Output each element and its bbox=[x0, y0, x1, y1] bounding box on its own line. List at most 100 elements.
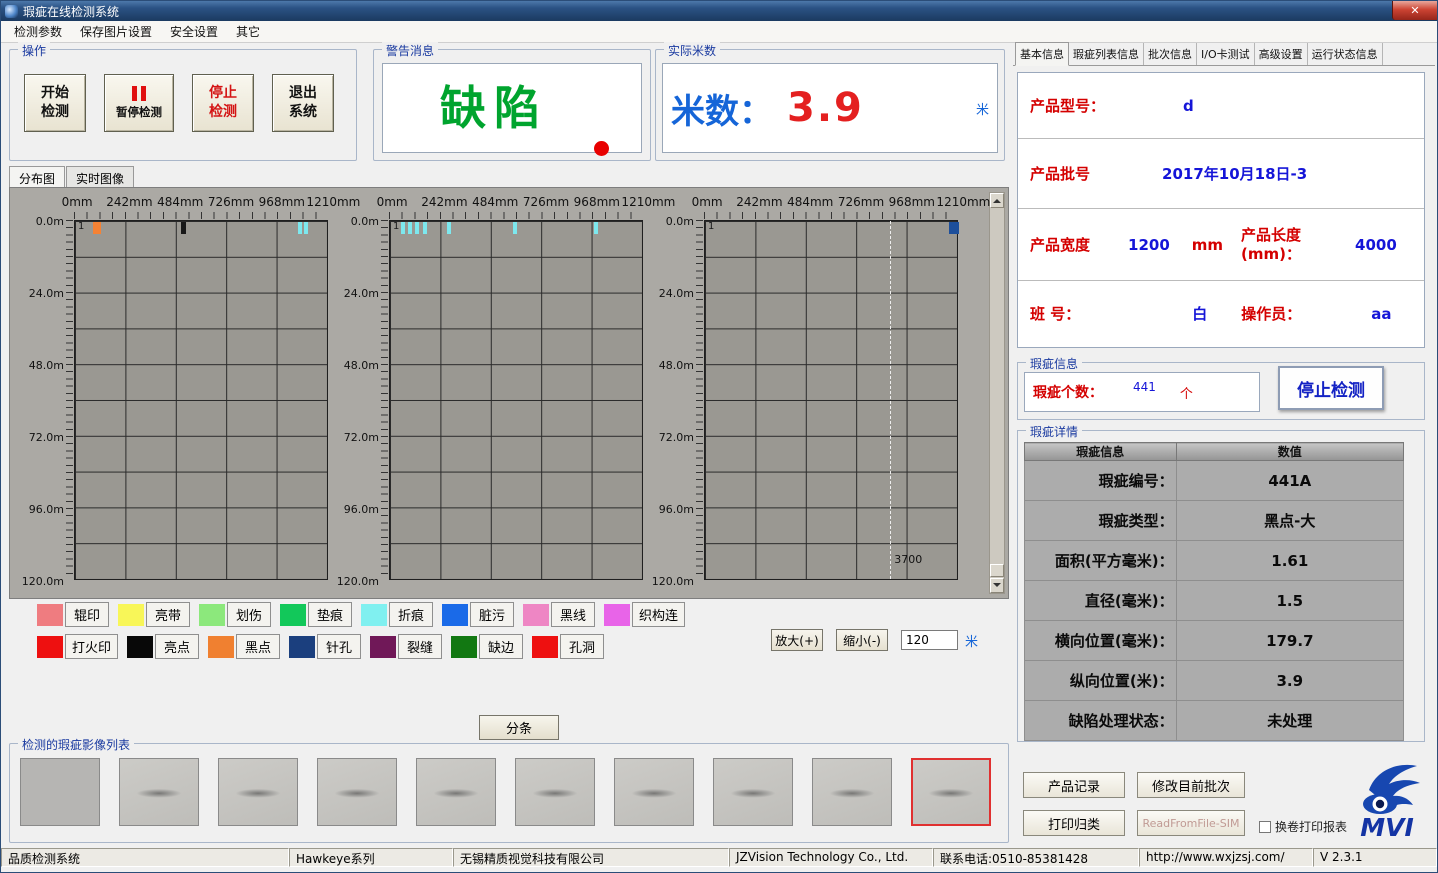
info-tab-3[interactable]: 批次信息 bbox=[1144, 43, 1197, 65]
print-classify-button[interactable]: 打印归类 bbox=[1023, 810, 1125, 836]
y-tick-label: 48.0m bbox=[29, 359, 64, 372]
defect-thumbnail-9[interactable] bbox=[812, 758, 892, 826]
close-button[interactable]: ✕ bbox=[1392, 1, 1437, 20]
warning-display: 缺陷 bbox=[382, 63, 642, 153]
actual-meters-title: 实际米数 bbox=[664, 42, 720, 59]
pause-detection-button[interactable]: 暂停检测 bbox=[104, 74, 174, 132]
y-axis-ruler: 0.0m24.0m48.0m72.0m96.0m120.0m bbox=[28, 220, 74, 580]
chart-tab-1[interactable]: 分布图 bbox=[9, 166, 65, 187]
x-tick-label: 242mm bbox=[736, 195, 782, 209]
chart-grid[interactable]: 1 bbox=[74, 220, 328, 580]
defect-thumbnail-10[interactable] bbox=[911, 758, 991, 826]
operator-value: aa bbox=[1371, 305, 1391, 323]
legend-item: 垫痕 bbox=[280, 602, 352, 627]
legend-label: 脏污 bbox=[470, 602, 514, 627]
defect-mark bbox=[415, 222, 419, 234]
legend-item: 针孔 bbox=[289, 634, 361, 659]
y-tick-label: 120.0m bbox=[652, 575, 694, 588]
zoom-out-button[interactable]: 缩小(-) bbox=[836, 629, 888, 651]
menu-item-1[interactable]: 检测参数 bbox=[5, 21, 71, 42]
defect-detail-row: 瑕疵类型：黑点-大 bbox=[1025, 501, 1404, 541]
scroll-up-arrow[interactable] bbox=[990, 193, 1004, 208]
status-segment-2: Hawkeye系列 bbox=[289, 848, 453, 867]
x-axis-ruler: 0mm242mm484mm726mm968mm1210mm bbox=[704, 194, 958, 220]
y-tick-label: 96.0m bbox=[29, 503, 64, 516]
defect-thumbnail-1[interactable] bbox=[20, 758, 100, 826]
defect-detail-row: 横向位置(毫米)：179.7 bbox=[1025, 621, 1404, 661]
scroll-down-arrow[interactable] bbox=[990, 578, 1004, 593]
current-position-line bbox=[890, 221, 891, 579]
display-length-input[interactable] bbox=[901, 630, 958, 650]
defect-thumbnail-3[interactable] bbox=[218, 758, 298, 826]
defect-thumbnail-4[interactable] bbox=[317, 758, 397, 826]
defect-mark bbox=[447, 222, 451, 234]
chart-grid[interactable]: 13700 bbox=[704, 220, 958, 580]
x-tick-label: 0mm bbox=[377, 195, 408, 209]
legend-color-swatch bbox=[523, 604, 549, 626]
meters-value: 3.9 bbox=[787, 85, 864, 131]
exit-detection-button[interactable]: 退出系统 bbox=[272, 74, 334, 132]
roll-print-report-checkbox[interactable] bbox=[1259, 821, 1271, 833]
scrollbar-thumb[interactable] bbox=[990, 564, 1004, 577]
stop-detection-button[interactable]: 停止检测 bbox=[192, 74, 254, 132]
y-tick-label: 96.0m bbox=[659, 503, 694, 516]
defect-thumbnail-6[interactable] bbox=[515, 758, 595, 826]
legend-item: 打火印 bbox=[37, 634, 118, 659]
distribution-chart-1: 0mm242mm484mm726mm968mm1210mm0.0m24.0m48… bbox=[28, 194, 334, 594]
y-tick-label: 0.0m bbox=[666, 215, 694, 228]
meters-unit: 米 bbox=[976, 99, 989, 118]
alarm-indicator-dot bbox=[594, 141, 609, 156]
app-icon bbox=[5, 5, 18, 18]
start-detection-button[interactable]: 开始检测 bbox=[24, 74, 86, 132]
chart-grid[interactable]: 1 bbox=[389, 220, 643, 580]
legend-item: 黑线 bbox=[523, 602, 595, 627]
defect-thumbnail-5[interactable] bbox=[416, 758, 496, 826]
x-tick-label: 242mm bbox=[106, 195, 152, 209]
button-label: 退出系统 bbox=[288, 84, 318, 122]
app-window: 瑕疵在线检测系统 ✕ 检测参数保存图片设置安全设置其它 操作 开始检测暂停检测停… bbox=[0, 0, 1438, 873]
defect-detail-row: 缺陷处理状态：未处理 bbox=[1025, 701, 1404, 741]
info-tab-4[interactable]: I/O卡测试 bbox=[1197, 43, 1255, 65]
svg-text:MVI: MVI bbox=[1360, 813, 1414, 842]
pause-icon bbox=[130, 86, 148, 101]
warning-message: 缺陷 bbox=[383, 64, 605, 146]
defect-thumbnail-2[interactable] bbox=[119, 758, 199, 826]
button-label: 开始检测 bbox=[40, 84, 70, 122]
legend-color-swatch bbox=[370, 636, 396, 658]
menu-item-4[interactable]: 其它 bbox=[227, 21, 269, 42]
mvi-logo: MVI bbox=[1347, 758, 1425, 842]
info-tab-1[interactable]: 基本信息 bbox=[1015, 42, 1069, 66]
product-length-value: 4000 bbox=[1355, 236, 1397, 254]
info-tab-6[interactable]: 运行状态信息 bbox=[1308, 43, 1383, 65]
info-tab-2[interactable]: 瑕疵列表信息 bbox=[1069, 43, 1144, 65]
defect-count-box: 瑕疵个数： 441 个 bbox=[1024, 372, 1260, 412]
actual-meters-group: 实际米数 米数： 3.9 米 bbox=[655, 49, 1005, 161]
x-tick-label: 0mm bbox=[692, 195, 723, 209]
detail-label: 横向位置(毫米)： bbox=[1025, 621, 1177, 661]
stop-detection-button[interactable]: 停止检测 bbox=[1278, 366, 1384, 410]
defect-thumbnail-8[interactable] bbox=[713, 758, 793, 826]
details-header-info: 瑕疵信息 bbox=[1025, 443, 1177, 461]
read-from-file-button[interactable]: ReadFromFile-SIM bbox=[1137, 810, 1245, 836]
defect-thumbnail-7[interactable] bbox=[614, 758, 694, 826]
product-record-button[interactable]: 产品记录 bbox=[1023, 772, 1125, 798]
y-tick-label: 0.0m bbox=[36, 215, 64, 228]
x-tick-label: 726mm bbox=[208, 195, 254, 209]
product-width-value: 1200 bbox=[1128, 236, 1170, 254]
chart-tab-2[interactable]: 实时图像 bbox=[66, 166, 134, 187]
operation-group: 操作 开始检测暂停检测停止检测退出系统 bbox=[9, 49, 357, 161]
modify-current-batch-button[interactable]: 修改目前批次 bbox=[1137, 772, 1245, 798]
menu-item-2[interactable]: 保存图片设置 bbox=[71, 21, 161, 42]
legend-label: 垫痕 bbox=[308, 602, 352, 627]
roll-print-report-label: 换卷打印报表 bbox=[1275, 818, 1347, 835]
zoom-in-button[interactable]: 放大(+) bbox=[771, 629, 823, 651]
panel-index-label: 1 bbox=[708, 221, 714, 232]
info-tab-5[interactable]: 高级设置 bbox=[1255, 43, 1308, 65]
split-strip-button[interactable]: 分条 bbox=[479, 715, 559, 740]
legend-label: 折痕 bbox=[389, 602, 433, 627]
legend-label: 亮带 bbox=[146, 602, 190, 627]
chart-vertical-scrollbar[interactable] bbox=[989, 192, 1005, 594]
menu-item-3[interactable]: 安全设置 bbox=[161, 21, 227, 42]
roll-print-report-option[interactable]: 换卷打印报表 bbox=[1259, 818, 1347, 835]
defect-legend-row-2: 打火印亮点黑点针孔裂缝缺边孔洞 bbox=[37, 634, 613, 659]
